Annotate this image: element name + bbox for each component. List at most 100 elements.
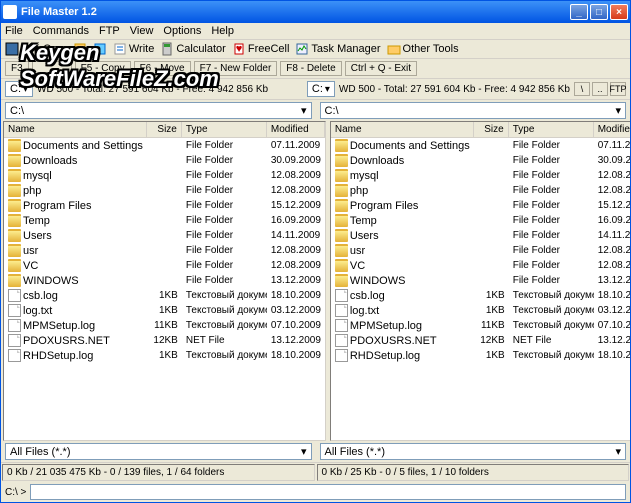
left-file-list[interactable]: Documents and SettingsFile Folder07.11.2… [4, 138, 325, 440]
file-row[interactable]: usrFile Folder12.08.2009 [331, 243, 630, 258]
file-row[interactable]: phpFile Folder12.08.2009 [331, 183, 630, 198]
file-row[interactable]: UsersFile Folder14.11.2009 [331, 228, 630, 243]
file-row[interactable]: TempFile Folder16.09.2009 [331, 213, 630, 228]
folder-icon [8, 199, 21, 212]
menu-file[interactable]: File [5, 25, 23, 37]
col-name[interactable]: Name [331, 122, 474, 137]
left-drive-select[interactable]: C: ▾ [5, 81, 33, 97]
file-type: File Folder [509, 229, 594, 242]
cmd-input[interactable] [30, 484, 626, 500]
file-row[interactable]: usrFile Folder12.08.2009 [4, 243, 325, 258]
fn-f5[interactable]: F5 - Copy [75, 61, 131, 76]
file-row[interactable]: RHDSetup.log1KBТекстовый документ18.10.2… [331, 348, 630, 363]
tool-winop[interactable]: Win Op... [5, 42, 67, 56]
minimize-button[interactable]: _ [570, 4, 588, 20]
file-row[interactable]: TempFile Folder16.09.2009 [4, 213, 325, 228]
fn-f6[interactable]: F6 - Move [134, 61, 191, 76]
nav-root[interactable]: \ [574, 82, 590, 96]
col-type[interactable]: Type [182, 122, 267, 137]
file-row[interactable]: csb.log1KBТекстовый документ18.10.2009 [331, 288, 630, 303]
nav-ftp[interactable]: FTP [610, 82, 626, 96]
file-row[interactable]: phpFile Folder12.08.2009 [4, 183, 325, 198]
file-row[interactable]: log.txt1KBТекстовый документ03.12.2009 [4, 303, 325, 318]
folder-icon [8, 154, 21, 167]
menu-help[interactable]: Help [211, 25, 234, 37]
file-modified: 15.12.2009 [267, 199, 325, 212]
file-row[interactable]: mysqlFile Folder12.08.2009 [4, 168, 325, 183]
file-row[interactable]: mysqlFile Folder12.08.2009 [331, 168, 630, 183]
file-row[interactable]: csb.log1KBТекстовый документ18.10.2009 [4, 288, 325, 303]
right-status: 0 Kb / 25 Kb - 0 / 5 files, 1 / 10 folde… [317, 464, 630, 481]
file-size [147, 280, 182, 282]
file-row[interactable]: WINDOWSFile Folder13.12.2009 [331, 273, 630, 288]
file-name: VC [350, 260, 365, 272]
file-row[interactable]: RHDSetup.log1KBТекстовый документ18.10.2… [4, 348, 325, 363]
file-row[interactable]: VCFile Folder12.08.2009 [331, 258, 630, 273]
right-header: Name Size Type Modified [331, 122, 630, 138]
tool-othertools[interactable]: Other Tools [387, 42, 459, 56]
nav-up[interactable]: .. [592, 82, 608, 96]
tool-calculator[interactable]: Calculator [160, 42, 226, 56]
right-filter[interactable]: All Files (*.*)▾ [320, 443, 627, 460]
left-filter[interactable]: All Files (*.*)▾ [5, 443, 312, 460]
menu-ftp[interactable]: FTP [99, 25, 120, 37]
col-name[interactable]: Name [4, 122, 147, 137]
file-modified: 12.08.2009 [267, 169, 325, 182]
col-modified[interactable]: Modified [594, 122, 630, 137]
close-button[interactable]: × [610, 4, 628, 20]
file-row[interactable]: PDOXUSRS.NET12KBNET File13.12.2009 [331, 333, 630, 348]
file-row[interactable]: WINDOWSFile Folder13.12.2009 [4, 273, 325, 288]
menu-view[interactable]: View [130, 25, 154, 37]
right-drive-select[interactable]: C: ▾ [307, 81, 335, 97]
col-type[interactable]: Type [509, 122, 594, 137]
drive-bar: C: ▾ WD 500 - Total: 27 591 604 Kb - Fre… [1, 79, 630, 100]
col-size[interactable]: Size [474, 122, 509, 137]
tool-unknown2[interactable] [93, 42, 107, 56]
folder-icon [8, 244, 21, 257]
fn-exit[interactable]: Ctrl + Q - Exit [345, 61, 417, 76]
app-window: File Master 1.2 _ □ × File Commands FTP … [0, 0, 631, 503]
menu-options[interactable]: Options [163, 25, 201, 37]
file-row[interactable]: Program FilesFile Folder15.12.2009 [4, 198, 325, 213]
right-file-list[interactable]: Documents and SettingsFile Folder07.11.2… [331, 138, 630, 440]
left-path[interactable]: C:\▾ [5, 102, 312, 119]
file-type: Текстовый документ [509, 289, 594, 302]
file-name: MPMSetup.log [23, 320, 95, 332]
file-row[interactable]: Documents and SettingsFile Folder07.11.2… [4, 138, 325, 153]
file-row[interactable]: MPMSetup.log11KBТекстовый документ07.10.… [331, 318, 630, 333]
folder-icon [8, 169, 21, 182]
col-size[interactable]: Size [147, 122, 182, 137]
fn-hidden1[interactable] [32, 61, 72, 76]
file-name: MPMSetup.log [350, 320, 422, 332]
tool-taskmgr[interactable]: Task Manager [295, 42, 380, 56]
fn-f3[interactable]: F3 [5, 61, 29, 76]
file-modified: 07.10.2009 [267, 319, 325, 332]
file-name: RHDSetup.log [350, 350, 420, 362]
tool-unknown1[interactable] [73, 42, 87, 56]
file-size [147, 205, 182, 207]
file-row[interactable]: DownloadsFile Folder30.09.2009 [4, 153, 325, 168]
file-row[interactable]: log.txt1KBТекстовый документ03.12.2009 [331, 303, 630, 318]
tool-freecell[interactable]: ♥FreeCell [232, 42, 290, 56]
file-row[interactable]: PDOXUSRS.NET12KBNET File13.12.2009 [4, 333, 325, 348]
fn-f8[interactable]: F8 - Delete [280, 61, 341, 76]
file-modified: 18.10.2009 [594, 289, 630, 302]
file-row[interactable]: MPMSetup.log11KBТекстовый документ07.10.… [4, 318, 325, 333]
fn-f7[interactable]: F7 - New Folder [194, 61, 278, 76]
file-size: 1KB [474, 304, 509, 317]
maximize-button[interactable]: □ [590, 4, 608, 20]
right-path[interactable]: C:\▾ [320, 102, 627, 119]
file-row[interactable]: VCFile Folder12.08.2009 [4, 258, 325, 273]
file-row[interactable]: Program FilesFile Folder15.12.2009 [331, 198, 630, 213]
menu-commands[interactable]: Commands [33, 25, 89, 37]
file-size [147, 190, 182, 192]
path-bar: C:\▾ C:\▾ [1, 100, 630, 121]
file-row[interactable]: Documents and SettingsFile Folder07.11.2… [331, 138, 630, 153]
titlebar[interactable]: File Master 1.2 _ □ × [1, 1, 630, 23]
folder-icon [335, 139, 348, 152]
col-modified[interactable]: Modified [267, 122, 325, 137]
command-bar: C:\ > [1, 482, 630, 502]
tool-write[interactable]: Write [113, 42, 154, 56]
file-row[interactable]: DownloadsFile Folder30.09.2009 [331, 153, 630, 168]
file-row[interactable]: UsersFile Folder14.11.2009 [4, 228, 325, 243]
